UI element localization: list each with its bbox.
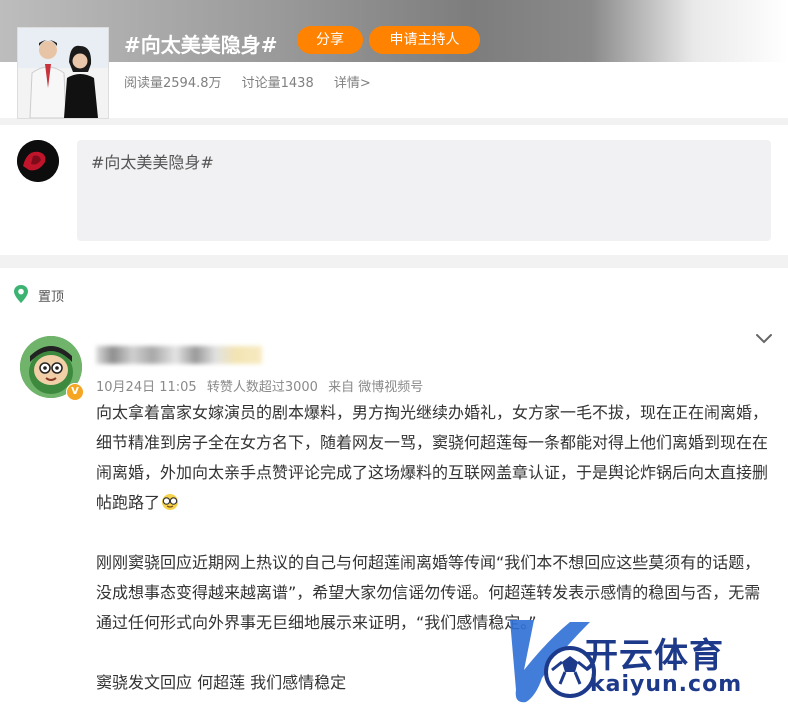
compose-textarea[interactable]: #向太美美隐身# [77, 140, 771, 241]
share-button[interactable]: 分享 [297, 26, 363, 54]
read-count: 阅读量2594.8万 [124, 76, 222, 91]
watermark-url: kaiyun.com [590, 672, 743, 697]
topic-header: #向太美美隐身# 分享 申请主持人 阅读量2594.8万 讨论量1438 详情> [0, 0, 788, 119]
details-link[interactable]: 详情> [334, 76, 371, 91]
post-paragraph: 向太拿着富家女嫁演员的剧本爆料，男方掏光继续办婚礼，女方家一毛不拔，现在正在闹离… [96, 403, 769, 512]
topic-cover-image [17, 27, 109, 119]
pinned-label: 置顶 [38, 290, 65, 305]
topic-title: #向太美美隐身# [124, 33, 278, 57]
author-name-blurred[interactable] [96, 346, 262, 364]
compose-panel: #向太美美隐身# [0, 125, 788, 255]
post-time[interactable]: 10月24日 11:05 [96, 380, 197, 395]
watermark-brand: 开云体育 [584, 636, 724, 676]
chevron-down-icon[interactable] [754, 330, 774, 346]
pin-location-icon [12, 284, 30, 304]
discuss-count: 讨论量1438 [241, 76, 314, 91]
post-source: 来自 微博视频号 [328, 380, 424, 395]
compose-text: #向太美美隐身# [91, 153, 214, 172]
verified-v-icon: V [66, 383, 84, 401]
topic-stats: 阅读量2594.8万 讨论量1438 详情> [124, 72, 387, 91]
avatar[interactable] [17, 140, 59, 182]
post-reposts: 转赞人数超过3000 [206, 380, 318, 395]
apply-host-button[interactable]: 申请主持人 [369, 26, 480, 54]
glasses-face-emoji-icon [160, 491, 180, 510]
post-meta: 10月24日 11:05 转赞人数超过3000 来自 微博视频号 [96, 376, 429, 395]
